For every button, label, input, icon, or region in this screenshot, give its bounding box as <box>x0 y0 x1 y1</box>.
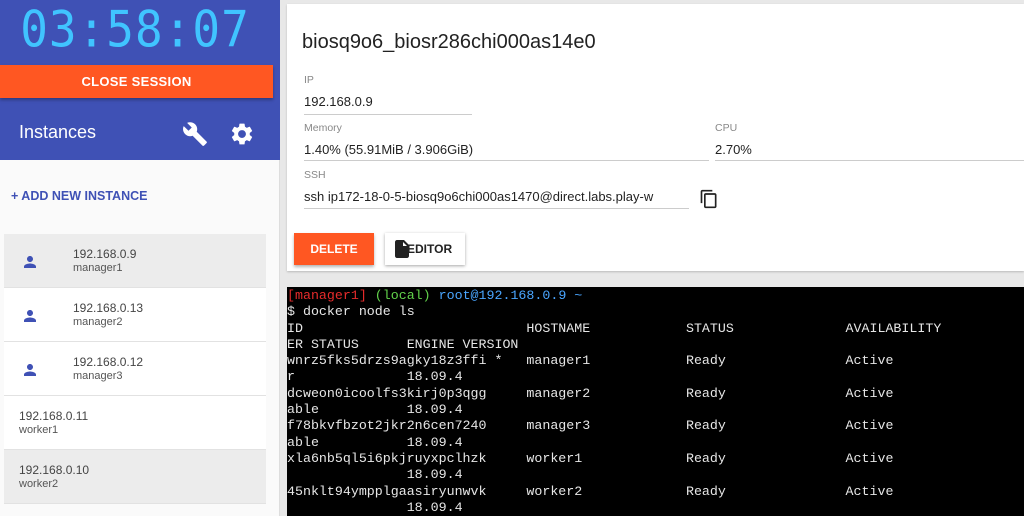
session-timer: 03:58:07 <box>20 0 250 59</box>
ip-underline <box>304 114 472 115</box>
terminal-line: r 18.09.4 <box>287 369 463 385</box>
terminal-line: 18.09.4 <box>287 467 463 483</box>
app-root: 03:58:07 CLOSE SESSION Instances + ADD N… <box>0 0 1024 516</box>
terminal-line: 18.09.4 <box>287 499 463 515</box>
terminal-line: wnrz5fks5drzs9agky18z3ffi * manager1 Rea… <box>287 353 894 369</box>
cpu-value: 2.70% <box>715 142 752 157</box>
gear-icon[interactable] <box>229 121 255 147</box>
memory-underline <box>304 160 709 161</box>
instance-ip: 192.168.0.11 <box>19 409 89 423</box>
prompt-host: root@192.168.0.9 ~ <box>438 288 583 303</box>
instance-list: 192.168.0.9 manager1 192.168.0.13 manage… <box>4 234 266 504</box>
instance-name: worker1 <box>19 424 59 436</box>
instance-item-worker2[interactable]: 192.168.0.10 worker2 <box>4 450 266 504</box>
cpu-label: CPU <box>715 122 738 134</box>
instance-item-manager1[interactable]: 192.168.0.9 manager1 <box>4 234 266 288</box>
person-icon <box>24 310 36 322</box>
memory-value: 1.40% (55.91MiB / 3.906GiB) <box>304 142 474 157</box>
ssh-underline <box>304 208 689 209</box>
instance-ip: 192.168.0.12 <box>73 355 144 369</box>
person-icon <box>24 256 36 268</box>
instance-details-card: biosq9o6_biosr286chi000as14e0 IP 192.168… <box>287 4 1024 271</box>
instance-ip: 192.168.0.10 <box>19 463 90 477</box>
instance-item-manager2[interactable]: 192.168.0.13 manager2 <box>4 288 266 342</box>
terminal-prompt: [manager1] (local) root@192.168.0.9 ~ <box>287 288 1024 304</box>
prompt-user: [manager1] <box>287 288 367 303</box>
delete-button[interactable]: DELETE <box>294 233 374 265</box>
sidebar-header: 03:58:07 CLOSE SESSION Instances <box>0 0 280 160</box>
ssh-value[interactable]: ssh ip172-18-0-5-biosq9o6chi000as1470@di… <box>304 189 689 204</box>
terminal-line: ER STATUS ENGINE VERSION <box>287 336 519 352</box>
ip-label: IP <box>304 74 314 86</box>
terminal-line: f78bkvfbzot2jkr2n6cen7240 manager3 Ready… <box>287 418 894 434</box>
file-icon <box>395 240 409 258</box>
instance-title: biosq9o6_biosr286chi000as14e0 <box>302 31 596 53</box>
terminal-line: xla6nb5ql5i6pkjruyxpclhzk worker1 Ready … <box>287 450 894 466</box>
instance-name: manager3 <box>73 370 123 382</box>
memory-label: Memory <box>304 122 342 134</box>
ssh-label: SSH <box>304 169 326 181</box>
terminal-line: 45nklt94ympplgaasiryunwvk worker2 Ready … <box>287 483 894 499</box>
instance-item-worker1[interactable]: 192.168.0.11 worker1 <box>4 396 266 450</box>
instance-ip: 192.168.0.9 <box>73 247 137 261</box>
instance-ip: 192.168.0.13 <box>73 301 144 315</box>
person-icon <box>24 364 36 376</box>
sidebar: 03:58:07 CLOSE SESSION Instances + ADD N… <box>0 0 280 516</box>
instances-title: Instances <box>19 122 97 142</box>
prompt-local: (local) <box>374 288 431 303</box>
close-session-button[interactable]: CLOSE SESSION <box>0 65 273 98</box>
copy-icon[interactable] <box>699 188 719 210</box>
terminal-line: ID HOSTNAME STATUS AVAILABILITY <box>287 320 942 336</box>
instance-name: worker2 <box>19 478 59 490</box>
instance-item-manager3[interactable]: 192.168.0.12 manager3 <box>4 342 266 396</box>
terminal-line: dcweon0icoolfs3kirj0p3qgg manager2 Ready… <box>287 385 894 401</box>
terminal-line: able 18.09.4 <box>287 402 463 418</box>
instance-name: manager1 <box>73 262 123 274</box>
add-new-instance-button[interactable]: + ADD NEW INSTANCE <box>11 189 147 203</box>
terminal-line: able 18.09.4 <box>287 434 463 450</box>
terminal[interactable]: [manager1] (local) root@192.168.0.9 ~ $ … <box>287 287 1024 516</box>
terminal-line: $ docker node ls <box>287 304 415 320</box>
cpu-underline <box>715 160 1024 161</box>
ip-value: 192.168.0.9 <box>304 94 373 109</box>
instance-name: manager2 <box>73 316 123 328</box>
wrench-icon[interactable] <box>182 121 208 147</box>
editor-button-label: EDITOR <box>407 242 453 256</box>
